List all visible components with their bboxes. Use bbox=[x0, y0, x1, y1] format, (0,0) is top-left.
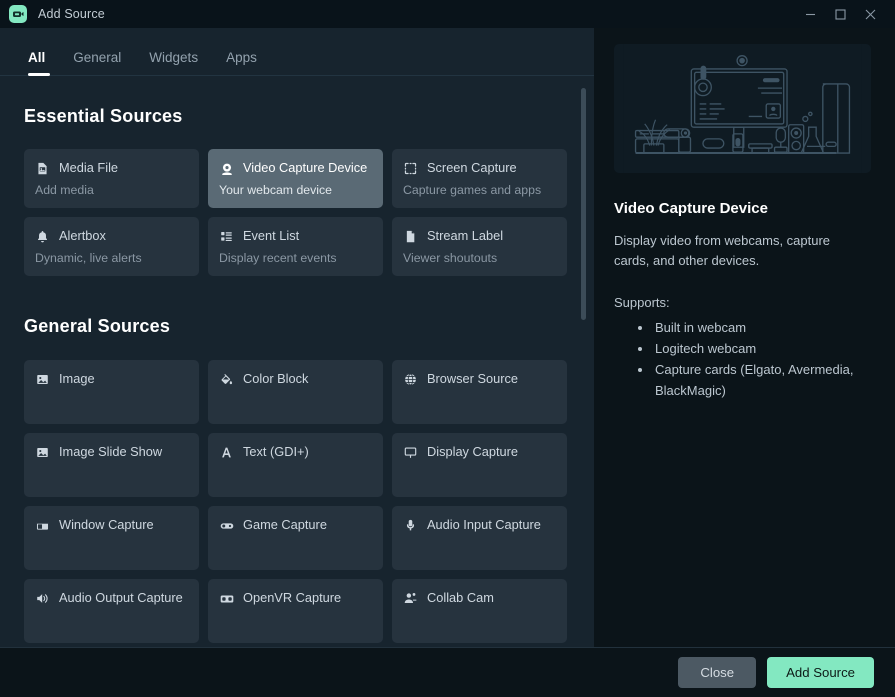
source-card-title: Image bbox=[59, 371, 95, 387]
close-icon[interactable] bbox=[855, 0, 885, 28]
window-icon bbox=[35, 518, 50, 533]
screen-capture-icon bbox=[403, 161, 418, 176]
minimize-icon[interactable] bbox=[795, 0, 825, 28]
source-card-openvr-capture[interactable]: OpenVR Capture bbox=[208, 579, 383, 643]
window-title: Add Source bbox=[38, 7, 105, 21]
source-card-subtitle: Capture games and apps bbox=[403, 183, 542, 197]
essential-sources-grid: Media File Add media Video Capture Devic… bbox=[24, 149, 570, 276]
source-card-game-capture[interactable]: Game Capture bbox=[208, 506, 383, 570]
list-item: Capture cards (Elgato, Avermedia, BlackM… bbox=[653, 359, 871, 401]
source-card-collab-cam[interactable]: Collab Cam bbox=[392, 579, 567, 643]
tab-apps[interactable]: Apps bbox=[212, 49, 271, 76]
source-browser: All General Widgets Apps Essential Sourc… bbox=[0, 28, 594, 647]
image-icon bbox=[35, 445, 50, 460]
gamepad-icon bbox=[219, 518, 234, 533]
source-card-title: Alertbox bbox=[59, 228, 106, 244]
supports-list: Built in webcam Logitech webcam Capture … bbox=[614, 317, 871, 401]
tab-bar: All General Widgets Apps bbox=[0, 28, 594, 76]
source-card-event-list[interactable]: Event List Display recent events bbox=[208, 217, 383, 276]
source-card-subtitle: Dynamic, live alerts bbox=[35, 251, 142, 265]
source-card-title: Screen Capture bbox=[427, 160, 517, 176]
add-source-dialog: Add Source All General Widgets Apps Esse… bbox=[0, 0, 895, 697]
dialog-footer: Close Add Source bbox=[0, 647, 895, 697]
source-card-text-gdi[interactable]: Text (GDI+) bbox=[208, 433, 383, 497]
source-card-image-slide-show[interactable]: Image Slide Show bbox=[24, 433, 199, 497]
detail-description: Display video from webcams, capture card… bbox=[614, 233, 831, 268]
list-item: Logitech webcam bbox=[653, 338, 871, 359]
maximize-icon[interactable] bbox=[825, 0, 855, 28]
webcam-app-icon bbox=[9, 5, 27, 23]
source-card-title: Media File bbox=[59, 160, 119, 176]
microphone-icon bbox=[403, 518, 418, 533]
desk-setup-illustration bbox=[614, 44, 871, 173]
list-item: Built in webcam bbox=[653, 317, 871, 338]
title-bar: Add Source bbox=[0, 0, 895, 28]
source-card-media-file[interactable]: Media File Add media bbox=[24, 149, 199, 208]
source-card-title: Video Capture Device bbox=[243, 160, 368, 176]
source-card-audio-input-capture[interactable]: Audio Input Capture bbox=[392, 506, 567, 570]
supports-label: Supports: bbox=[614, 294, 670, 310]
source-card-title: Color Block bbox=[243, 371, 309, 387]
source-details-panel: Video Capture Device Display video from … bbox=[594, 28, 895, 647]
source-card-title: Audio Output Capture bbox=[59, 590, 183, 606]
source-card-video-capture-device[interactable]: Video Capture Device Your webcam device bbox=[208, 149, 383, 208]
detail-title: Video Capture Device bbox=[614, 200, 768, 217]
source-list-scrollbar[interactable] bbox=[581, 88, 586, 635]
source-card-title: Image Slide Show bbox=[59, 444, 163, 460]
speaker-icon bbox=[35, 591, 50, 606]
source-card-title: Display Capture bbox=[427, 444, 519, 460]
tab-general-label: General bbox=[73, 49, 122, 65]
source-card-screen-capture[interactable]: Screen Capture Capture games and apps bbox=[392, 149, 567, 208]
globe-icon bbox=[403, 372, 418, 387]
source-card-title: Text (GDI+) bbox=[243, 444, 309, 460]
general-sources-grid: Image Color Block Browser Source Image S… bbox=[24, 360, 570, 643]
document-icon bbox=[403, 229, 418, 244]
section-title-essential: Essential Sources bbox=[24, 106, 183, 126]
source-card-title: Stream Label bbox=[427, 228, 504, 244]
source-card-title: Browser Source bbox=[427, 371, 519, 387]
source-card-audio-output-capture[interactable]: Audio Output Capture bbox=[24, 579, 199, 643]
tab-widgets-label: Widgets bbox=[149, 49, 199, 65]
window-controls bbox=[795, 0, 895, 28]
list-icon bbox=[219, 229, 234, 244]
dialog-body: All General Widgets Apps Essential Sourc… bbox=[0, 28, 895, 647]
source-card-image[interactable]: Image bbox=[24, 360, 199, 424]
text-icon bbox=[219, 445, 234, 460]
media-file-icon bbox=[35, 161, 50, 176]
people-icon bbox=[403, 591, 418, 606]
source-card-color-block[interactable]: Color Block bbox=[208, 360, 383, 424]
source-card-display-capture[interactable]: Display Capture bbox=[392, 433, 567, 497]
scrollbar-thumb[interactable] bbox=[581, 88, 586, 320]
source-card-window-capture[interactable]: Window Capture bbox=[24, 506, 199, 570]
source-card-title: Game Capture bbox=[243, 517, 327, 533]
source-card-subtitle: Viewer shoutouts bbox=[403, 251, 498, 265]
source-card-title: Collab Cam bbox=[427, 590, 494, 606]
source-card-subtitle: Display recent events bbox=[219, 251, 337, 265]
tab-all[interactable]: All bbox=[14, 49, 59, 76]
source-card-title: Window Capture bbox=[59, 517, 154, 533]
monitor-icon bbox=[403, 445, 418, 460]
image-icon bbox=[35, 372, 50, 387]
tab-apps-label: Apps bbox=[226, 49, 257, 65]
source-card-subtitle: Your webcam device bbox=[219, 183, 333, 197]
source-card-alertbox[interactable]: Alertbox Dynamic, live alerts bbox=[24, 217, 199, 276]
add-source-button[interactable]: Add Source bbox=[767, 657, 874, 688]
tab-all-label: All bbox=[28, 49, 46, 65]
source-list-scroll[interactable]: Essential Sources Media File Add media V… bbox=[0, 76, 594, 647]
source-card-title: OpenVR Capture bbox=[243, 590, 342, 606]
vr-headset-icon bbox=[219, 591, 234, 606]
source-card-subtitle: Add media bbox=[35, 183, 94, 197]
source-card-stream-label[interactable]: Stream Label Viewer shoutouts bbox=[392, 217, 567, 276]
source-card-browser-source[interactable]: Browser Source bbox=[392, 360, 567, 424]
paint-bucket-icon bbox=[219, 372, 234, 387]
source-card-title: Event List bbox=[243, 228, 300, 244]
bell-icon bbox=[35, 229, 50, 244]
source-card-title: Audio Input Capture bbox=[427, 517, 541, 533]
tab-widgets[interactable]: Widgets bbox=[135, 49, 212, 76]
tab-general[interactable]: General bbox=[59, 49, 135, 76]
webcam-icon bbox=[219, 161, 234, 176]
close-button[interactable]: Close bbox=[678, 657, 757, 688]
section-title-general: General Sources bbox=[24, 316, 171, 336]
